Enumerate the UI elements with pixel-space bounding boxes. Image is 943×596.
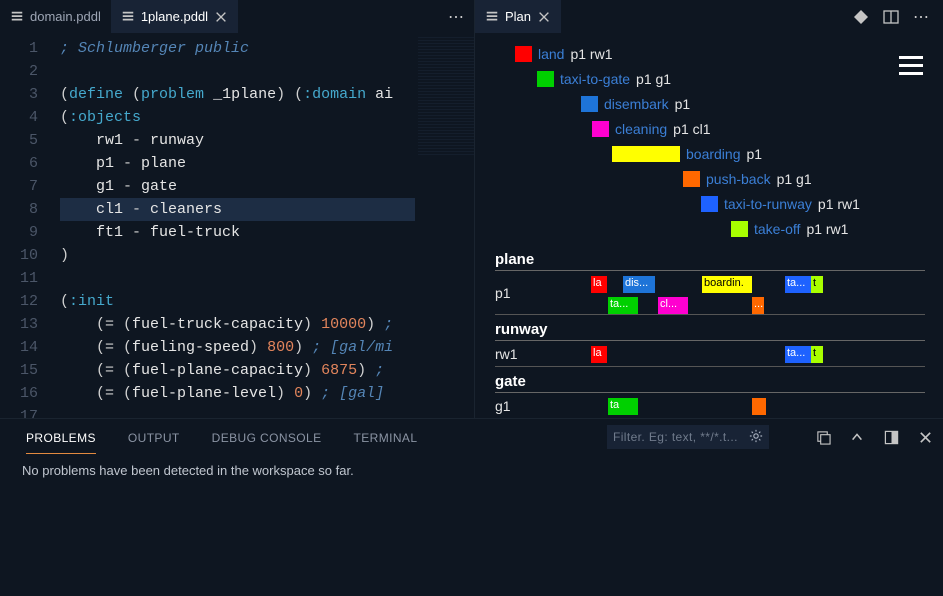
problems-body: No problems have been detected in the wo… bbox=[0, 455, 943, 486]
filter-placeholder: Filter. Eg: text, **/*.t... bbox=[613, 430, 745, 444]
legend-args: p1 rw1 bbox=[818, 196, 860, 212]
legend-args: p1 bbox=[747, 146, 763, 162]
close-panel-icon[interactable] bbox=[917, 429, 933, 445]
tab-label: 1plane.pddl bbox=[141, 9, 208, 24]
legend-color-box bbox=[515, 46, 532, 62]
overflow-icon[interactable]: ⋯ bbox=[913, 9, 929, 25]
legend-color-box bbox=[731, 221, 748, 237]
timeline-bar[interactable]: la bbox=[591, 276, 607, 293]
close-icon[interactable] bbox=[537, 10, 551, 24]
tab-output[interactable]: OUTPUT bbox=[128, 421, 180, 453]
filter-settings-icon[interactable] bbox=[749, 429, 763, 446]
legend-action-link[interactable]: taxi-to-gate bbox=[560, 71, 630, 87]
tab-domain[interactable]: domain.pddl bbox=[0, 0, 111, 33]
editor-overflow-icon[interactable]: ⋯ bbox=[438, 7, 474, 27]
timeline-bar[interactable]: ta bbox=[608, 398, 638, 415]
legend-args: p1 rw1 bbox=[570, 46, 612, 62]
section-header: gate bbox=[495, 373, 925, 393]
timeline-bar[interactable]: dis... bbox=[623, 276, 655, 293]
legend-color-box bbox=[612, 146, 680, 162]
code-area[interactable]: ; Schlumberger public(define (problem _1… bbox=[60, 33, 474, 418]
timeline-bar[interactable]: la bbox=[591, 346, 607, 363]
legend-args: p1 bbox=[675, 96, 691, 112]
chevron-up-icon[interactable] bbox=[849, 429, 865, 445]
timeline-row: p1ladis...ta...cl...boardin....ta...t bbox=[495, 271, 925, 315]
collapse-all-icon[interactable] bbox=[815, 429, 831, 445]
tab-plan[interactable]: Plan bbox=[475, 0, 561, 33]
legend-action-link[interactable]: disembark bbox=[604, 96, 669, 112]
tab-1plane[interactable]: 1plane.pddl bbox=[111, 0, 238, 33]
legend-action-link[interactable]: take-off bbox=[754, 221, 800, 237]
legend-action-link[interactable]: cleaning bbox=[615, 121, 667, 137]
timeline-bar[interactable]: cl... bbox=[658, 297, 688, 314]
file-icon bbox=[10, 10, 24, 24]
timeline-bar[interactable]: ta... bbox=[785, 276, 813, 293]
legend-args: p1 cl1 bbox=[673, 121, 710, 137]
legend-args: p1 g1 bbox=[777, 171, 812, 187]
legend-color-box bbox=[592, 121, 609, 137]
split-editor-icon[interactable] bbox=[883, 9, 899, 25]
filter-input[interactable]: Filter. Eg: text, **/*.t... bbox=[607, 425, 769, 449]
file-icon bbox=[121, 10, 135, 24]
line-gutter: 1234567891011121314151617 bbox=[0, 33, 55, 418]
tab-terminal[interactable]: TERMINAL bbox=[354, 421, 418, 453]
plan-legend: land p1 rw1 taxi-to-gate p1 g1 disembark p1 cl… bbox=[495, 43, 925, 239]
timeline-bar[interactable]: ta... bbox=[608, 297, 638, 314]
legend-args: p1 rw1 bbox=[806, 221, 848, 237]
tab-problems[interactable]: PROBLEMS bbox=[26, 421, 96, 454]
timeline-bar[interactable]: ta... bbox=[785, 346, 813, 363]
legend-action-link[interactable]: land bbox=[538, 46, 564, 62]
row-label: rw1 bbox=[495, 346, 585, 362]
legend-action-link[interactable]: boarding bbox=[686, 146, 741, 162]
plan-view: land p1 rw1 taxi-to-gate p1 g1 disembark p1 cl… bbox=[475, 33, 943, 418]
legend-action-link[interactable]: push-back bbox=[706, 171, 771, 187]
code-editor[interactable]: 1234567891011121314151617 ; Schlumberger… bbox=[0, 33, 474, 418]
legend-action-link[interactable]: taxi-to-runway bbox=[724, 196, 812, 212]
timeline-bar[interactable]: t bbox=[811, 276, 823, 293]
legend-args: p1 g1 bbox=[636, 71, 671, 87]
legend-color-box bbox=[701, 196, 718, 212]
close-icon[interactable] bbox=[214, 10, 228, 24]
menu-icon[interactable] bbox=[899, 51, 923, 80]
section-header: runway bbox=[495, 321, 925, 341]
row-label: g1 bbox=[495, 398, 585, 414]
editor-tabbar: domain.pddl 1plane.pddl ⋯ bbox=[0, 0, 474, 33]
tab-debug-console[interactable]: DEBUG CONSOLE bbox=[212, 421, 322, 453]
panel-tabbar: Plan ⋯ bbox=[475, 0, 943, 33]
bottom-panel-tabs: PROBLEMS OUTPUT DEBUG CONSOLE TERMINAL F… bbox=[0, 419, 943, 455]
legend-color-box bbox=[683, 171, 700, 187]
row-label: p1 bbox=[495, 285, 585, 301]
maximize-panel-icon[interactable] bbox=[883, 429, 899, 445]
section-header: plane bbox=[495, 251, 925, 271]
timeline-bar[interactable]: t bbox=[811, 346, 823, 363]
file-icon bbox=[485, 10, 499, 24]
timeline-bar[interactable] bbox=[752, 398, 766, 415]
legend-color-box bbox=[581, 96, 598, 112]
tab-label: Plan bbox=[505, 9, 531, 24]
timeline-bar[interactable]: ... bbox=[752, 297, 764, 314]
tab-label: domain.pddl bbox=[30, 9, 101, 24]
diamond-icon[interactable] bbox=[853, 9, 869, 25]
timeline-bar[interactable]: boardin. bbox=[702, 276, 752, 293]
legend-color-box bbox=[537, 71, 554, 87]
timeline-row: g1 ta bbox=[495, 393, 925, 418]
timeline-row: rw1 la ta...t bbox=[495, 341, 925, 367]
